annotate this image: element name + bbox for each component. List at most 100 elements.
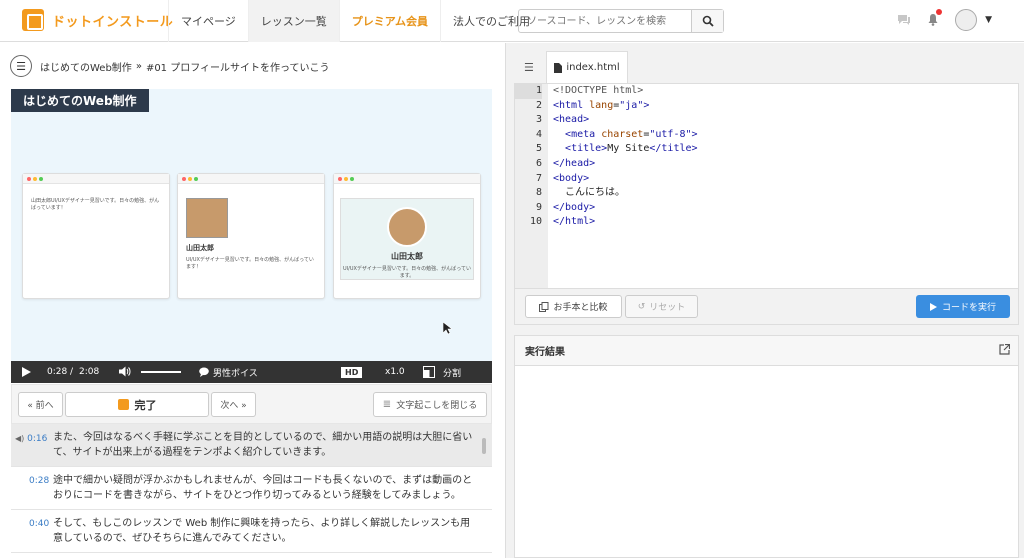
profile-name: 山田太郎 (186, 244, 214, 252)
transcript-scrollbar[interactable] (482, 438, 486, 454)
transcript-item[interactable]: ◀) 0:16 また、今回はなるべく手軽に学ぶことを目的としているので、細かい用… (11, 424, 492, 467)
profile-image (186, 198, 228, 238)
tab-label: index.html (566, 62, 620, 73)
result-panel: 実行結果 (514, 335, 1019, 558)
user-menu[interactable]: ▼ (955, 9, 992, 31)
copy-icon (539, 301, 549, 312)
code-content[interactable]: <!DOCTYPE html> <html lang="ja"> <head> … (553, 84, 698, 230)
logo-icon (22, 9, 44, 31)
volume-icon[interactable] (119, 366, 131, 377)
line-number: 6 (535, 157, 542, 169)
line-number: 10 (529, 216, 542, 228)
search-input[interactable] (519, 10, 691, 32)
run-label: コードを実行 (941, 303, 996, 313)
nav-mypage[interactable]: マイページ (168, 0, 248, 42)
notification-button[interactable] (927, 8, 943, 30)
result-title: 実行結果 (525, 347, 565, 358)
breadcrumb-course[interactable]: はじめてのWeb制作 (40, 59, 132, 74)
line-gutter: 1 2 3 4 5 6 7 8 9 10 (515, 84, 548, 288)
site-logo[interactable]: ドットインストール (22, 9, 173, 31)
result-header: 実行結果 (515, 336, 1018, 366)
next-button[interactable]: 次へ » (211, 392, 256, 417)
editor-tabbar: ☰ index.html (506, 51, 1024, 83)
close-transcript-label: 文字起こしを閉じる (396, 401, 478, 411)
voice-toggle[interactable]: 男性ボイス (213, 366, 258, 379)
close-transcript-button[interactable]: ≣ 文字起こしを閉じる (373, 392, 487, 417)
profile-panel: 山田太郎 UI/UXデザイナー見習いです。日々の勉強、がんばっています。 (340, 198, 474, 280)
site-header: ドットインストール マイページ レッスン一覧 プレミアム会員 法人でのご利用 ▼ (0, 0, 1024, 42)
compare-label: お手本と比較 (553, 303, 608, 313)
file-icon (554, 62, 563, 73)
transcript-text: また、今回はなるべく手軽に学ぶことを目的としているので、細かい用語の説明は大胆に… (53, 432, 473, 458)
preview-card-1: 山田太郎UI/UXデザイナー見習いです。日々の勉強、がんばっています！ (22, 173, 170, 299)
transcript-item[interactable]: 0:40 そして、もしこのレッスンで Web 制作に興味を持ったら、より詳しく解… (11, 510, 492, 553)
breadcrumb: ☰ はじめてのWeb制作 » #01 プロフィールサイトを作っていこう (10, 55, 330, 77)
time-separator: / (70, 367, 74, 377)
cursor-icon (443, 322, 452, 335)
current-time: 0:28 (47, 367, 68, 377)
speed-button[interactable]: x1.0 (385, 367, 405, 377)
done-cube-icon (117, 399, 129, 410)
transcript-item[interactable]: 0:28 途中で細かい疑問が浮かぶかもしれませんが、今回はコードも長くないので、… (11, 467, 492, 510)
transcript-list: ◀) 0:16 また、今回はなるべく手軽に学ぶことを目的としているので、細かい用… (11, 424, 492, 558)
nav-premium[interactable]: プレミアム会員 (338, 0, 440, 42)
transcript-text: 途中で細かい疑問が浮かぶかもしれませんが、今回はコードも長くないので、まずは動画… (53, 475, 473, 501)
run-code-button[interactable]: コードを実行 (916, 295, 1010, 318)
reset-label: リセット (649, 303, 686, 313)
profile-text: UI/UXデザイナー見習いです。日々の勉強、がんばっています。 (343, 266, 471, 279)
speech-icon (199, 367, 209, 377)
breadcrumb-lesson: #01 プロフィールサイトを作っていこう (145, 62, 330, 74)
preview-card-3: 山田太郎 UI/UXデザイナー見習いです。日々の勉強、がんばっています。 (333, 173, 481, 299)
nav-lessons[interactable]: レッスン一覧 (247, 0, 339, 42)
line-number: 2 (535, 99, 542, 111)
video-player[interactable]: はじめてのWeb制作 山田太郎UI/UXデザイナー見習いです。日々の勉強、がんば… (11, 89, 492, 361)
search-box (518, 9, 724, 33)
duration: 2:08 (79, 367, 100, 377)
chat-icon[interactable] (897, 14, 911, 26)
reset-icon: ↺ (637, 301, 646, 312)
volume-slider[interactable] (141, 371, 181, 373)
list-icon[interactable]: ☰ (524, 61, 534, 74)
play-icon[interactable] (22, 367, 31, 377)
reset-button[interactable]: ↺ リセット (625, 295, 698, 318)
breadcrumb-separator: » (135, 60, 142, 72)
preview-card-2: 山田太郎 UI/UXデザイナー見習いです。日々の勉強、がんばっています！ (177, 173, 325, 299)
header-icons: ▼ (897, 8, 992, 31)
line-number: 3 (535, 114, 542, 126)
line-number: 8 (535, 187, 542, 199)
editor-toolbar: お手本と比較 ↺ リセット コードを実行 (514, 289, 1019, 325)
done-label: 完了 (134, 398, 157, 412)
video-controls: 0:28 / 2:08 男性ボイス HD x1.0 分割 (11, 361, 492, 383)
transcript-text: そして、もしこのレッスンで Web 制作に興味を持ったら、より詳しく解説したレッ… (53, 518, 471, 544)
search-icon (702, 15, 714, 27)
hd-badge[interactable]: HD (341, 366, 363, 378)
editor-pane: ☰ index.html 1 2 3 4 5 6 7 8 9 10 <!DOCTYPE html>… (505, 43, 1024, 558)
line-number: 7 (535, 172, 542, 184)
video-title: はじめてのWeb制作 (11, 89, 149, 112)
line-number: 5 (535, 143, 542, 155)
logo-text: ドットインストール (52, 14, 174, 30)
line-number: 4 (535, 128, 542, 140)
done-button[interactable]: 完了 (65, 392, 209, 417)
transcript-time[interactable]: 0:28 (29, 473, 53, 503)
external-link-icon[interactable] (999, 344, 1010, 355)
line-number: 1 (515, 84, 542, 99)
avatar (955, 9, 978, 31)
play-icon (929, 302, 937, 311)
transcript-time[interactable]: 0:40 (29, 516, 53, 546)
profile-avatar (387, 207, 427, 247)
transcript-icon: ≣ (382, 399, 392, 410)
tab-index-html[interactable]: index.html (546, 51, 628, 83)
transcript-time-value: 0:16 (27, 434, 48, 444)
line-number: 9 (535, 201, 542, 213)
speaker-icon: ◀) (15, 434, 25, 443)
code-editor[interactable]: 1 2 3 4 5 6 7 8 9 10 <!DOCTYPE html> <html lang="… (514, 83, 1019, 289)
profile-text: UI/UXデザイナー見習いです。日々の勉強、がんばっています！ (186, 257, 314, 270)
search-button[interactable] (691, 10, 723, 32)
preview-card-text: 山田太郎UI/UXデザイナー見習いです。日々の勉強、がんばっています！ (31, 198, 160, 211)
split-icon[interactable] (423, 366, 435, 378)
prev-button[interactable]: « 前へ (18, 392, 63, 417)
transcript-time[interactable]: ◀) 0:16 (15, 430, 53, 460)
menu-icon[interactable]: ☰ (10, 55, 32, 77)
compare-button[interactable]: お手本と比較 (525, 295, 622, 318)
